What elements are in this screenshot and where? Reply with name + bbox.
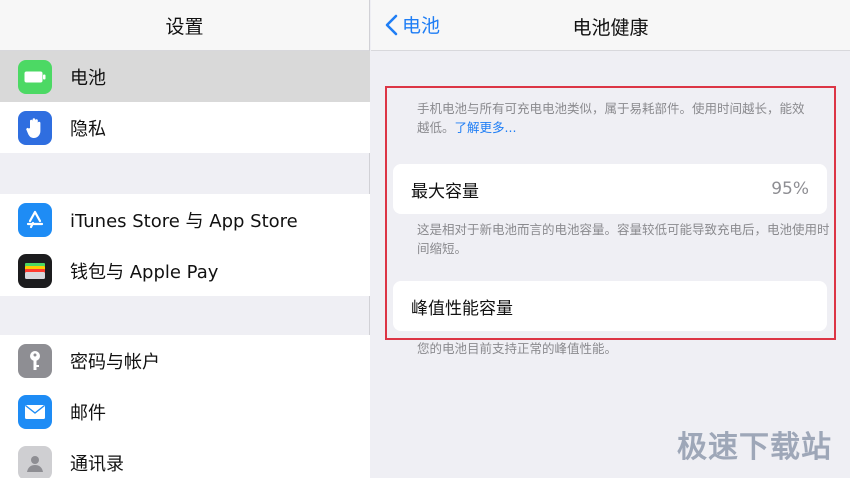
nav-bar: 电池 电池健康 xyxy=(371,0,850,51)
sidebar-item-mail[interactable]: 邮件 xyxy=(0,386,370,437)
sidebar-item-label: 通讯录 xyxy=(70,453,124,475)
watermark: 极速下载站 xyxy=(677,430,832,465)
max-capacity-label: 最大容量 xyxy=(411,181,479,202)
sidebar-item-label: 电池 xyxy=(70,67,106,89)
sidebar-title: 设置 xyxy=(165,15,204,38)
settings-sidebar: 设置 电池 隐私 iTunes Store 与 App Store 钱包与 Ap… xyxy=(0,0,370,478)
sidebar-header: 设置 xyxy=(0,0,369,51)
sidebar-item-label: 邮件 xyxy=(70,402,106,424)
hand-icon xyxy=(18,110,52,145)
max-capacity-note: 这是相对于新电池而言的电池容量。容量较低可能导致充电后，电池使用时间缩短。 xyxy=(417,222,830,256)
sidebar-item-contacts[interactable]: 通讯录 xyxy=(0,437,370,478)
max-capacity-row: 最大容量 95% xyxy=(393,164,827,214)
sidebar-item-label: 隐私 xyxy=(70,118,106,140)
learn-more-link[interactable]: 了解更多... xyxy=(455,120,517,135)
sidebar-item-battery[interactable]: 电池 xyxy=(0,51,370,102)
sidebar-item-privacy[interactable]: 隐私 xyxy=(0,102,370,153)
sidebar-item-passwords-accounts[interactable]: 密码与帐户 xyxy=(0,335,370,386)
appstore-icon xyxy=(18,202,52,237)
peak-performance-label: 峰值性能容量 xyxy=(411,298,513,319)
contacts-icon xyxy=(18,445,52,478)
sidebar-item-label: iTunes Store 与 App Store xyxy=(70,210,298,232)
key-icon xyxy=(18,343,52,378)
intro-note: 手机电池与所有可充电电池类似，属于易耗部件。使用时间越长，能效越低。了解更多..… xyxy=(417,99,807,137)
max-capacity-value: 95% xyxy=(771,179,809,199)
sidebar-item-wallet[interactable]: 钱包与 Apple Pay xyxy=(0,245,370,296)
battery-health-pane: 电池 电池健康 手机电池与所有可充电电池类似，属于易耗部件。使用时间越长，能效越… xyxy=(371,0,850,478)
battery-icon xyxy=(18,59,52,94)
peak-performance-note: 您的电池目前支持正常的峰值性能。 xyxy=(417,341,618,356)
mail-icon xyxy=(18,394,52,429)
peak-performance-row: 峰值性能容量 xyxy=(393,281,827,331)
page-title: 电池健康 xyxy=(572,17,649,39)
sidebar-item-itunes-appstore[interactable]: iTunes Store 与 App Store xyxy=(0,194,370,245)
sidebar-item-label: 密码与帐户 xyxy=(70,351,160,373)
wallet-icon xyxy=(18,253,52,288)
sidebar-item-label: 钱包与 Apple Pay xyxy=(70,261,219,283)
